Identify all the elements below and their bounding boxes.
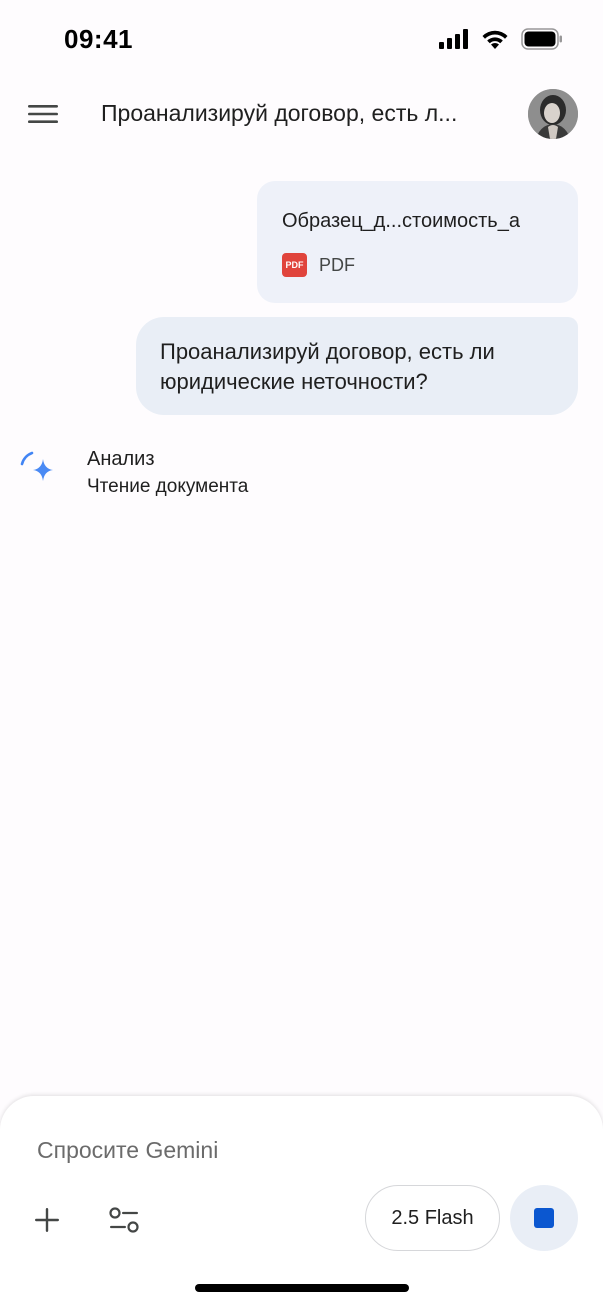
home-indicator[interactable] <box>195 1284 409 1292</box>
attachment-type-row: PDF PDF <box>282 253 355 277</box>
prompt-input[interactable] <box>37 1133 557 1167</box>
gemini-sparkle-spinner-icon <box>20 451 53 481</box>
pdf-file-icon: PDF <box>282 253 307 277</box>
cellular-signal-icon <box>439 29 468 49</box>
analysis-title: Анализ <box>87 448 155 470</box>
model-selector-button[interactable]: 2.5 Flash <box>365 1185 500 1251</box>
plus-icon <box>35 1208 59 1232</box>
battery-icon <box>521 28 562 50</box>
status-time: 09:41 <box>64 24 133 54</box>
status-bar: 09:41 <box>0 0 603 80</box>
attachment-card[interactable]: Образец_д...стоимость_а PDF PDF <box>257 181 578 303</box>
chat-title: Проанализируй договор, есть л... <box>101 100 458 126</box>
avatar[interactable] <box>528 89 578 139</box>
wifi-icon <box>482 30 508 49</box>
attachment-file-type: PDF <box>319 254 355 275</box>
user-photo <box>528 89 578 139</box>
add-attachment-button[interactable] <box>26 1199 68 1241</box>
model-label: 2.5 Flash <box>391 1206 474 1229</box>
app-header: Проанализируй договор, есть л... <box>0 80 603 150</box>
hamburger-menu-icon <box>28 105 58 123</box>
pdf-icon-label: PDF <box>285 260 304 270</box>
menu-button[interactable] <box>20 94 66 134</box>
tools-sliders-icon <box>109 1207 139 1233</box>
tools-button[interactable] <box>103 1199 145 1241</box>
stop-generation-button[interactable] <box>510 1185 578 1251</box>
user-message-text: Проанализируй договор, есть ли юридическ… <box>160 339 495 394</box>
stop-icon <box>534 1208 554 1228</box>
analysis-status: Чтение документа <box>87 476 249 497</box>
user-message-bubble: Проанализируй договор, есть ли юридическ… <box>136 317 578 415</box>
attachment-file-name: Образец_д...стоимость_а <box>282 210 520 232</box>
composer-panel: 2.5 Flash <box>0 1096 603 1305</box>
status-icons <box>439 28 563 50</box>
